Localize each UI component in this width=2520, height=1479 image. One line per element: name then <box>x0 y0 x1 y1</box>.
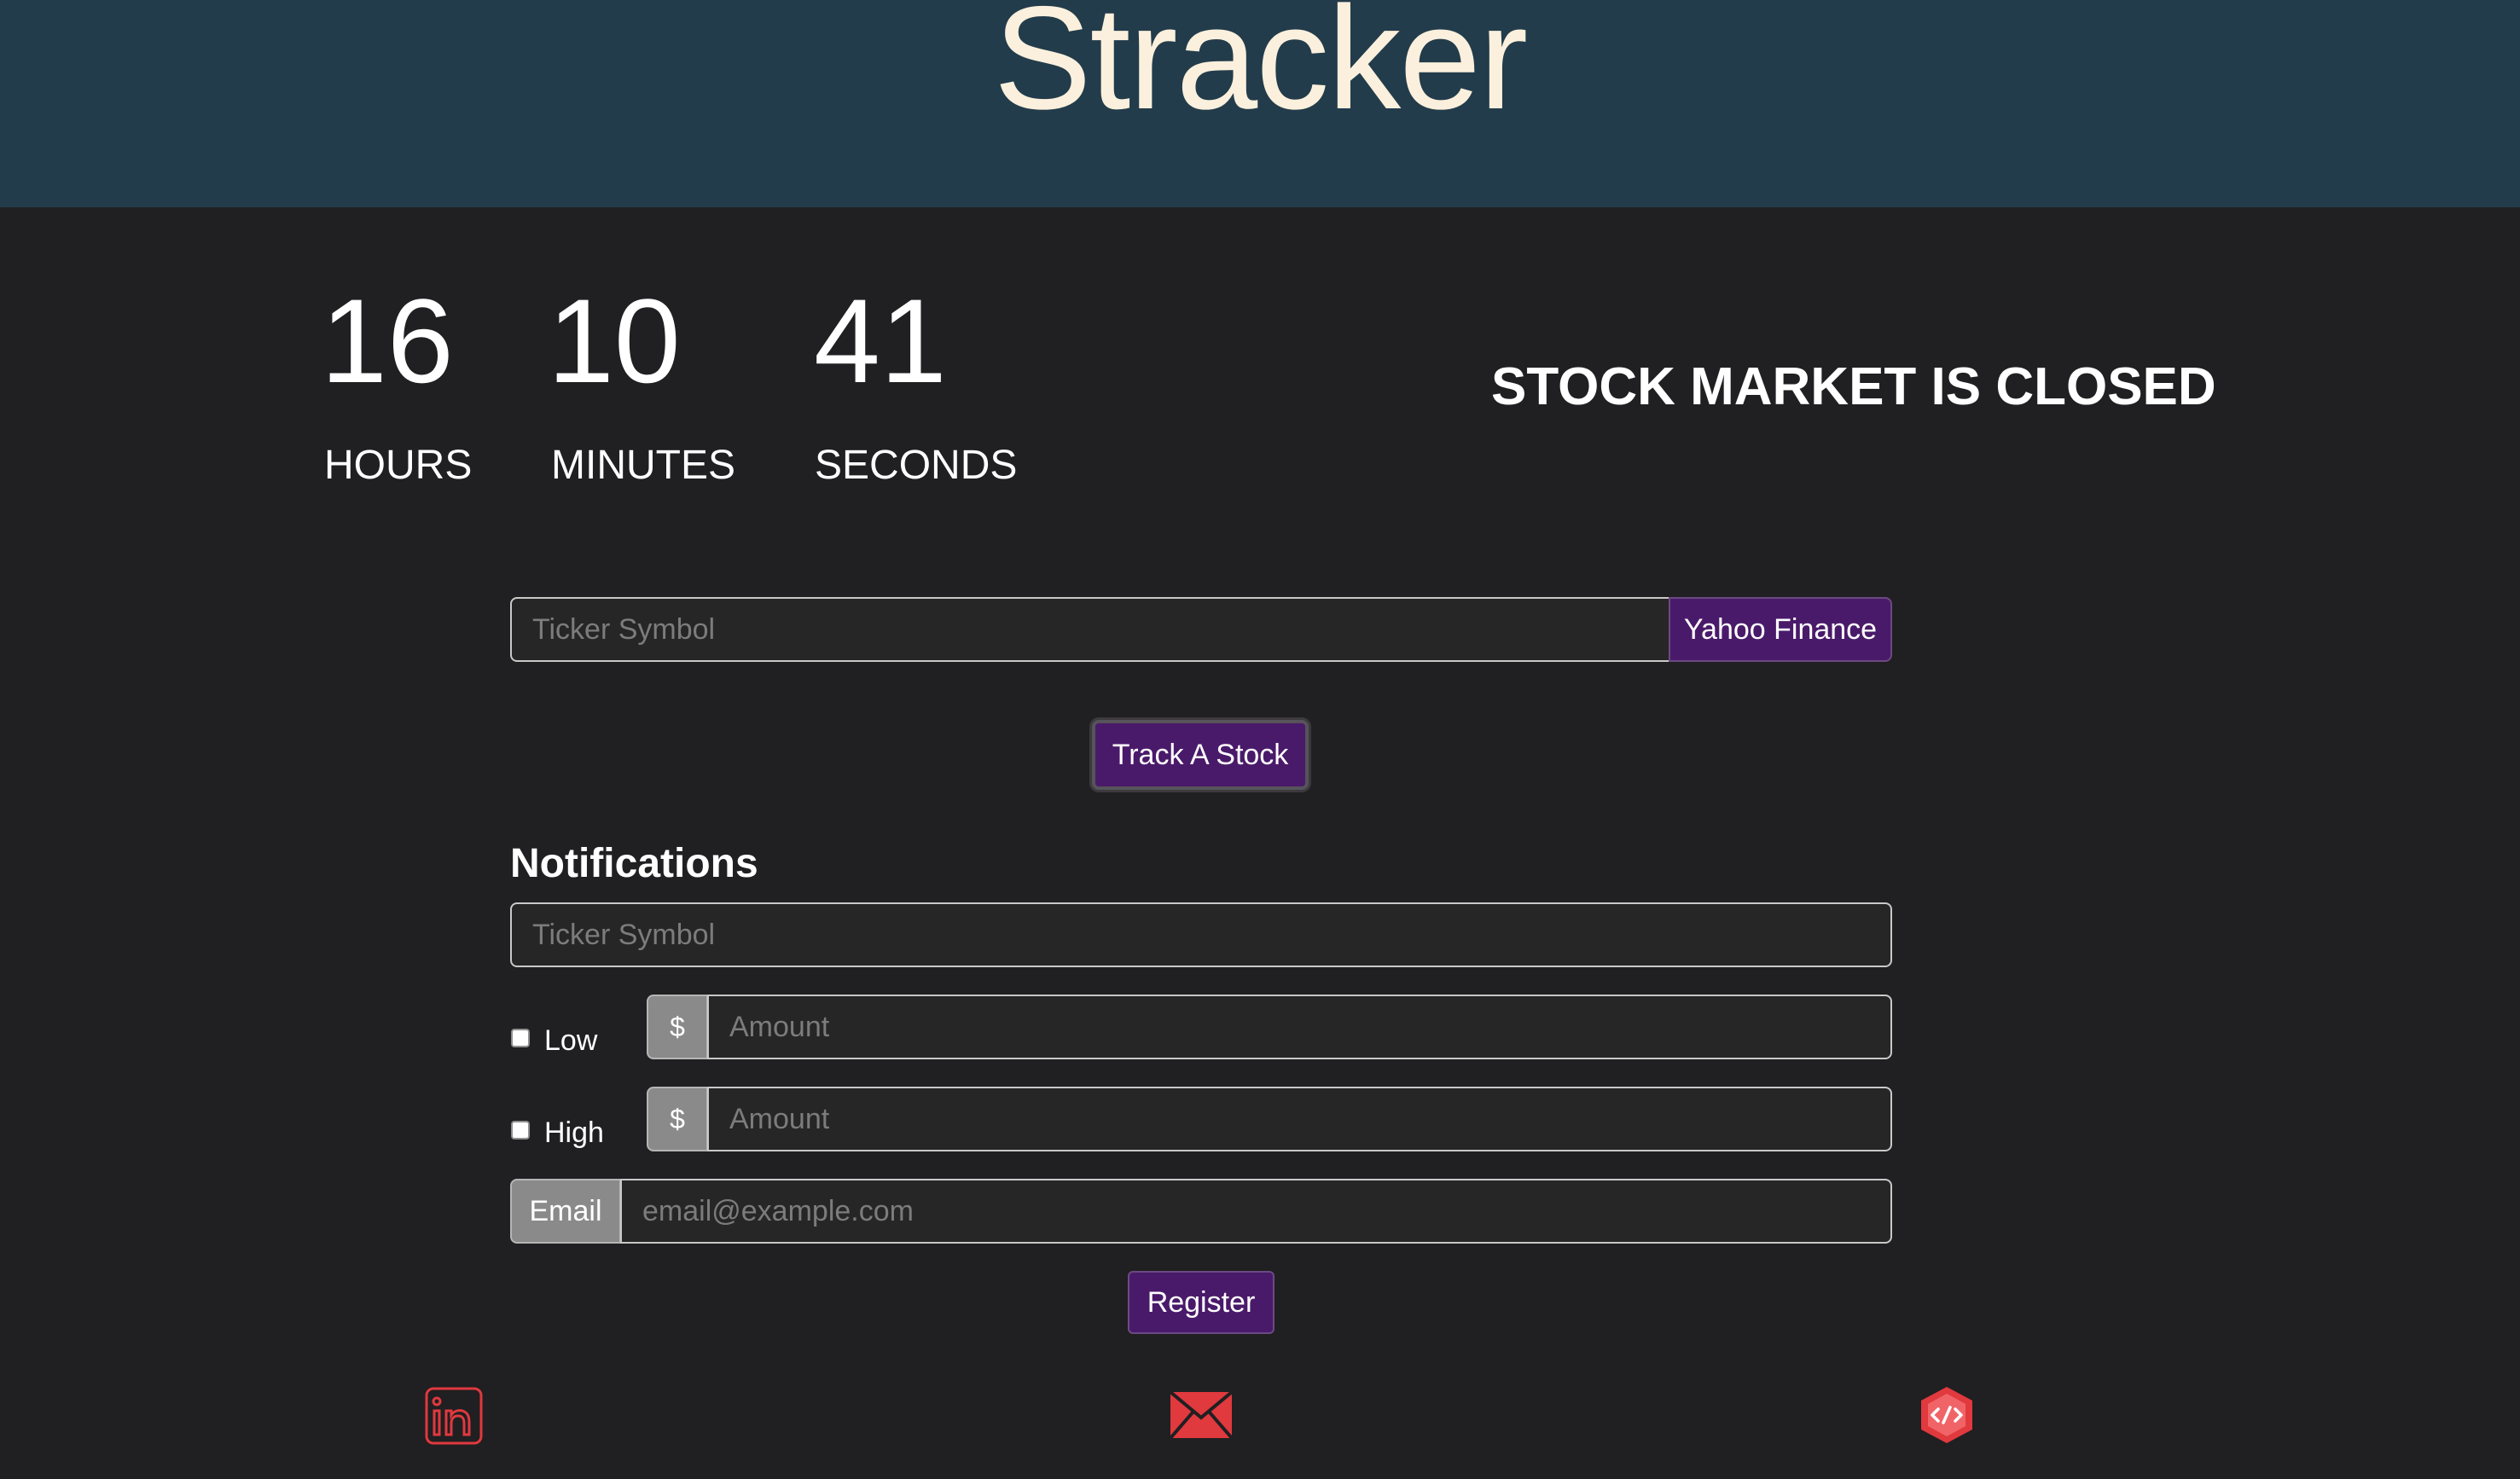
notifications-title: Notifications <box>510 841 758 886</box>
code-icon[interactable] <box>1919 1385 1974 1445</box>
minutes-label: MINUTES <box>551 443 735 488</box>
ticker-search-input[interactable] <box>510 597 1670 662</box>
yahoo-finance-button[interactable]: Yahoo Finance <box>1669 597 1892 662</box>
high-amount-input[interactable] <box>707 1087 1892 1151</box>
notification-ticker-input[interactable] <box>510 902 1892 967</box>
high-checkbox[interactable] <box>511 1121 530 1140</box>
seconds-value: 41 <box>814 274 947 408</box>
email-input[interactable] <box>620 1179 1892 1244</box>
page: Stracker 16 HOURS 10 MINUTES 41 SECONDS … <box>0 0 2520 1479</box>
seconds-label: SECONDS <box>815 443 1018 488</box>
low-checkbox[interactable] <box>511 1029 530 1047</box>
hours-value: 16 <box>321 274 454 408</box>
hours-label: HOURS <box>324 443 473 488</box>
high-label: High <box>544 1116 604 1149</box>
email-addon: Email <box>510 1179 621 1244</box>
market-status: STOCK MARKET IS CLOSED <box>1491 357 2216 416</box>
minutes-value: 10 <box>548 274 681 408</box>
low-dollar-addon: $ <box>647 995 708 1059</box>
low-label: Low <box>544 1024 598 1057</box>
mail-icon[interactable] <box>1169 1390 1234 1440</box>
header-bar: Stracker <box>0 0 2520 207</box>
track-stock-button[interactable]: Track A Stock <box>1092 720 1309 790</box>
high-dollar-addon: $ <box>647 1087 708 1151</box>
low-amount-input[interactable] <box>707 995 1892 1059</box>
linkedin-icon[interactable] <box>425 1387 483 1445</box>
register-button[interactable]: Register <box>1128 1271 1275 1334</box>
app-title: Stracker <box>993 0 1528 140</box>
